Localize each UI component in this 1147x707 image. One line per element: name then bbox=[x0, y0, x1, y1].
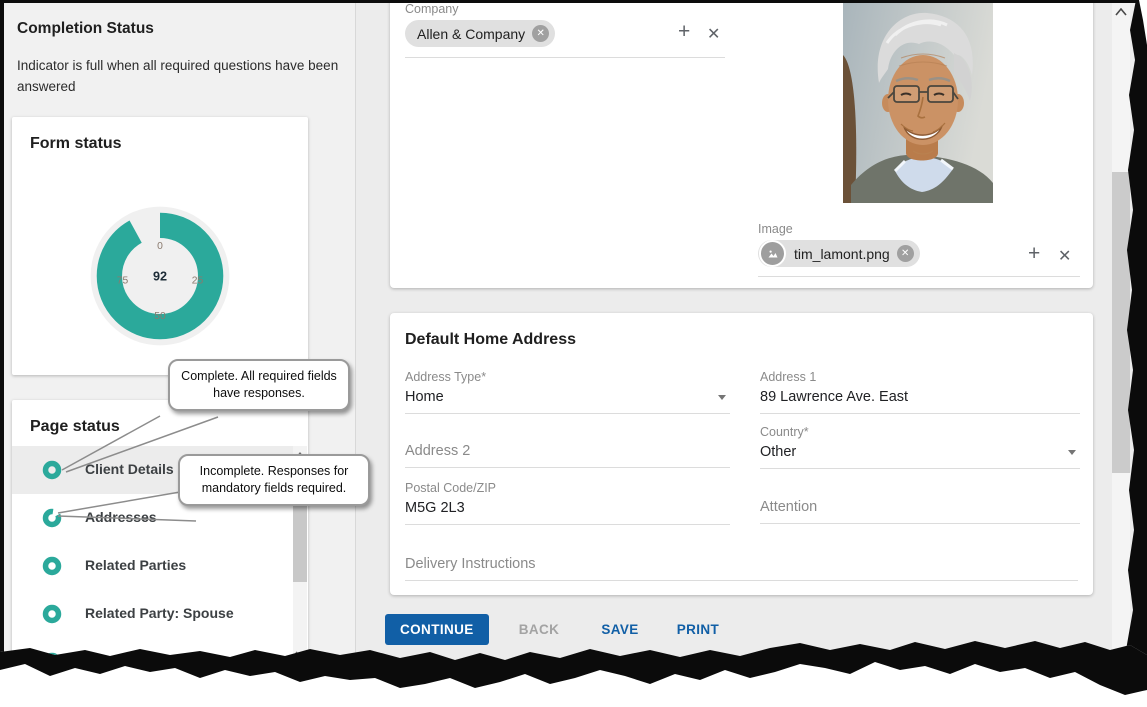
print-button[interactable]: PRINT bbox=[661, 614, 736, 645]
sidebar-description: Indicator is full when all required ques… bbox=[17, 55, 339, 97]
gauge-value: 92 bbox=[153, 270, 167, 284]
page-status-item-label: Related Party: Accountant Don... bbox=[85, 653, 293, 685]
image-chip-label: tim_lamont.png bbox=[794, 246, 890, 262]
page-status-item-related-parties[interactable]: Related Parties bbox=[12, 542, 293, 590]
add-icon[interactable]: + bbox=[1028, 242, 1040, 266]
form-action-buttons: CONTINUE BACK SAVE PRINT bbox=[385, 614, 735, 645]
callout-incomplete: Incomplete. Responses for mandatory fiel… bbox=[178, 454, 370, 506]
company-field[interactable]: Allen & Company ✕ bbox=[405, 20, 725, 58]
back-button[interactable]: BACK bbox=[503, 614, 576, 645]
scroll-up-icon[interactable] bbox=[1115, 8, 1127, 16]
chip-remove-icon[interactable]: ✕ bbox=[897, 245, 914, 262]
country-label: Country* bbox=[760, 425, 1080, 439]
dropdown-caret-icon[interactable] bbox=[1068, 450, 1076, 455]
address-type-label: Address Type* bbox=[405, 370, 730, 384]
portrait-photo bbox=[843, 3, 993, 203]
form-status-title: Form status bbox=[30, 135, 122, 153]
clear-icon[interactable]: ✕ bbox=[707, 24, 720, 44]
attention-field[interactable]: Attention bbox=[760, 499, 1080, 524]
country-field[interactable]: Country* Other bbox=[760, 425, 1080, 469]
clear-icon[interactable]: ✕ bbox=[1058, 246, 1071, 266]
screenshot-border-left bbox=[0, 0, 4, 660]
page-status-item-label: Related Party: Spouse bbox=[85, 605, 234, 621]
country-value: Other bbox=[760, 444, 1080, 460]
add-icon[interactable]: + bbox=[678, 20, 690, 44]
company-label: Company bbox=[405, 2, 459, 16]
address2-placeholder: Address 2 bbox=[405, 443, 730, 459]
page-scrollbar[interactable] bbox=[1112, 3, 1130, 653]
delivery-instructions-field[interactable]: Delivery Instructions bbox=[405, 556, 1078, 581]
scroll-down-icon[interactable] bbox=[295, 651, 305, 658]
gauge-tick-50: 50 bbox=[154, 311, 166, 322]
completion-status-sidebar: Completion Status Indicator is full when… bbox=[4, 3, 356, 663]
image-label: Image bbox=[758, 222, 793, 236]
continue-button[interactable]: CONTINUE bbox=[385, 614, 489, 645]
callout-complete: Complete. All required fields have respo… bbox=[168, 359, 350, 411]
address-section-title: Default Home Address bbox=[405, 331, 576, 349]
client-details-card: Company Allen & Company ✕ + ✕ bbox=[390, 0, 1093, 288]
form-status-card: Form status 0 25 50 75 92 bbox=[12, 117, 308, 375]
image-thumbnail-icon bbox=[759, 240, 786, 267]
status-indicator-icon bbox=[42, 508, 62, 528]
attention-placeholder: Attention bbox=[760, 499, 1080, 515]
dropdown-caret-icon[interactable] bbox=[718, 395, 726, 400]
gauge-tick-25: 25 bbox=[192, 276, 204, 287]
gauge-tick-75: 75 bbox=[117, 276, 129, 287]
gauge-tick-0: 0 bbox=[157, 241, 163, 252]
completion-gauge-chart: 0 25 50 75 92 bbox=[85, 201, 235, 351]
status-indicator-icon bbox=[42, 460, 62, 480]
status-indicator-icon bbox=[42, 556, 62, 576]
delivery-instructions-placeholder: Delivery Instructions bbox=[405, 556, 1078, 572]
address-type-field[interactable]: Address Type* Home bbox=[405, 370, 730, 414]
completion-status-screen: Completion Status Indicator is full when… bbox=[0, 0, 1147, 707]
address1-field[interactable]: Address 1 89 Lawrence Ave. East bbox=[760, 370, 1080, 414]
chip-remove-icon[interactable]: ✕ bbox=[532, 25, 549, 42]
status-indicator-icon bbox=[42, 604, 62, 624]
postal-code-value: M5G 2L3 bbox=[405, 500, 730, 516]
page-status-title: Page status bbox=[30, 418, 120, 436]
sidebar-title: Completion Status bbox=[17, 20, 154, 38]
address-type-value: Home bbox=[405, 389, 730, 405]
page-status-item-label: Client Details bbox=[85, 461, 174, 477]
address1-value: 89 Lawrence Ave. East bbox=[760, 389, 1080, 405]
address1-label: Address 1 bbox=[760, 370, 1080, 384]
screenshot-border-top bbox=[0, 0, 1140, 3]
image-chip[interactable]: tim_lamont.png ✕ bbox=[758, 240, 920, 267]
status-indicator-icon bbox=[42, 652, 62, 672]
scrollbar-thumb[interactable] bbox=[1112, 172, 1130, 473]
page-status-item-accountant[interactable]: Related Party: Accountant Don... bbox=[12, 638, 293, 686]
company-chip[interactable]: Allen & Company ✕ bbox=[405, 20, 555, 47]
postal-code-field[interactable]: Postal Code/ZIP M5G 2L3 bbox=[405, 481, 730, 525]
page-status-item-label: Related Parties bbox=[85, 557, 186, 573]
default-home-address-card: Default Home Address Address Type* Home … bbox=[390, 313, 1093, 595]
page-status-card: Page status Client Details Addresses Rel… bbox=[12, 400, 308, 666]
page-status-item-label: Addresses bbox=[85, 509, 157, 525]
page-status-item-spouse[interactable]: Related Party: Spouse bbox=[12, 590, 293, 638]
postal-code-label: Postal Code/ZIP bbox=[405, 481, 730, 495]
address2-field[interactable]: Address 2 bbox=[405, 443, 730, 468]
company-chip-label: Allen & Company bbox=[417, 26, 525, 42]
save-button[interactable]: SAVE bbox=[585, 614, 654, 645]
